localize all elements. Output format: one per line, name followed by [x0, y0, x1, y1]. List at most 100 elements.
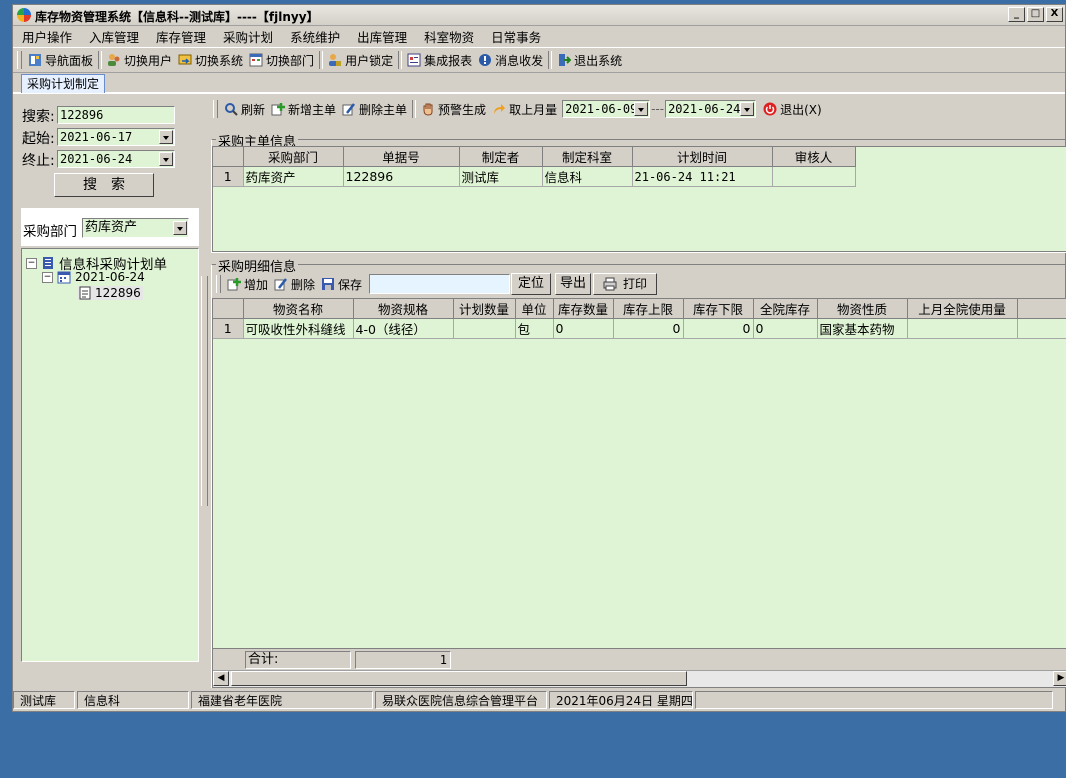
table-cell[interactable]	[772, 166, 856, 187]
menu-inbound[interactable]: 入库管理	[80, 27, 147, 46]
close-button[interactable]: X	[1046, 7, 1063, 22]
detail-col-header[interactable]: 物资规格	[353, 299, 454, 319]
menu-inventory[interactable]: 库存管理	[147, 27, 214, 46]
toolbar-grip[interactable]	[216, 275, 221, 293]
table-cell[interactable]: 4-0（线径）	[353, 318, 454, 339]
menu-purchase-plan[interactable]: 采购计划	[214, 27, 281, 46]
tree-collapse-icon[interactable]: −	[26, 257, 37, 269]
table-cell[interactable]: 药库资产	[243, 166, 344, 187]
table-row[interactable]: 1 药库资产 122896 测试库 信息科 21-06-24 11:21	[213, 166, 856, 187]
tree-collapse-icon[interactable]: −	[42, 271, 53, 283]
chevron-down-icon[interactable]	[740, 102, 755, 116]
search-button[interactable]: 搜 索	[54, 173, 154, 197]
title-bar[interactable]: 库存物资管理系统【信息科--测试库】----【fjlnyy】 _ □ X	[13, 5, 1065, 26]
exit-button[interactable]: 退出(X)	[760, 101, 825, 118]
master-col-header[interactable]: 单据号	[343, 147, 460, 167]
master-col-header[interactable]: 审核人	[772, 147, 856, 167]
tab-purchase-plan[interactable]: 采购计划制定	[21, 74, 105, 93]
locate-input[interactable]	[369, 274, 511, 294]
switch-system-icon	[178, 53, 192, 67]
navigation-panel-button[interactable]: 导航面板	[25, 52, 96, 69]
detail-col-header[interactable]: 上月全院使用量	[907, 299, 1018, 319]
chevron-down-icon[interactable]	[173, 221, 187, 235]
table-cell[interactable]: 0	[683, 318, 754, 339]
panel-splitter[interactable]	[200, 96, 208, 662]
menu-dept-supplies[interactable]: 科室物资	[415, 27, 482, 46]
detail-col-header[interactable]: 库存上限	[613, 299, 684, 319]
dept-select[interactable]: 药库资产	[82, 218, 189, 238]
detail-col-header[interactable]: 库存数量	[553, 299, 614, 319]
table-cell[interactable]: 测试库	[459, 166, 543, 187]
toolbar-separator	[412, 100, 417, 118]
menu-user-ops[interactable]: 用户操作	[13, 27, 80, 46]
table-cell[interactable]	[1017, 318, 1066, 339]
add-master-button[interactable]: 新增主单	[268, 101, 339, 118]
delete-master-button[interactable]: 删除主单	[339, 101, 410, 118]
export-button[interactable]: 导出	[555, 273, 592, 295]
menu-outbound[interactable]: 出库管理	[348, 27, 415, 46]
menu-daily-affairs[interactable]: 日常事务	[482, 27, 549, 46]
table-cell[interactable]	[453, 318, 516, 339]
date-from-picker[interactable]: 2021-06-09	[562, 100, 651, 118]
locate-button[interactable]: 定位	[511, 273, 552, 295]
delete-item-button[interactable]: 删除	[271, 276, 318, 293]
table-row[interactable]: 1 可吸收性外科缝线 4-0（线径） 包 0 0 0 0 国家基本药物	[213, 318, 1066, 339]
search-input[interactable]: 122896	[57, 106, 175, 124]
master-col-header[interactable]: 制定科室	[542, 147, 633, 167]
start-date-picker[interactable]: 2021-06-17	[57, 128, 175, 146]
scrollbar-thumb[interactable]	[231, 671, 687, 686]
exit-system-button[interactable]: 退出系统	[554, 52, 625, 69]
toolbar-grip[interactable]	[17, 51, 22, 69]
table-cell[interactable]: 信息科	[542, 166, 633, 187]
splitter-handle[interactable]	[201, 276, 208, 506]
detail-col-header[interactable]: 全院库存	[753, 299, 818, 319]
switch-department-button[interactable]: 切换部门	[246, 52, 317, 69]
maximize-button[interactable]: □	[1027, 7, 1044, 22]
user-lock-button[interactable]: 用户锁定	[325, 52, 396, 69]
last-month-label: 取上月量	[509, 102, 558, 117]
integrated-report-button[interactable]: 集成报表	[404, 52, 475, 69]
table-cell[interactable]: 可吸收性外科缝线	[243, 318, 354, 339]
save-button[interactable]: 保存	[318, 276, 365, 293]
switch-system-button[interactable]: 切换系统	[175, 52, 246, 69]
table-cell[interactable]: 0	[613, 318, 684, 339]
chevron-down-icon[interactable]	[159, 152, 173, 166]
chevron-down-icon[interactable]	[159, 130, 173, 144]
master-col-header[interactable]: 计划时间	[632, 147, 773, 167]
table-cell[interactable]: 122896	[343, 166, 460, 187]
switch-user-button[interactable]: 切换用户	[104, 52, 175, 69]
tree-leaf-label: 122896	[95, 286, 141, 300]
detail-col-header[interactable]: 库存下限	[683, 299, 754, 319]
toolbar-grip[interactable]	[213, 100, 218, 118]
scroll-left-icon[interactable]: ◀	[213, 671, 229, 686]
tab-strip: 采购计划制定	[13, 72, 1065, 94]
detail-col-header[interactable]: 备	[1017, 299, 1066, 319]
menu-system-maintenance[interactable]: 系统维护	[281, 27, 348, 46]
detail-col-header[interactable]: 物资名称	[243, 299, 354, 319]
table-cell[interactable]: 21-06-24 11:21	[632, 166, 773, 187]
print-button[interactable]: 打印	[593, 273, 658, 295]
master-col-header[interactable]: 采购部门	[243, 147, 344, 167]
tree-date-node[interactable]: − 2021-06-24	[42, 270, 145, 284]
table-cell[interactable]: 0	[553, 318, 614, 339]
master-col-header[interactable]: 制定者	[459, 147, 543, 167]
table-cell[interactable]: 包	[515, 318, 554, 339]
message-button[interactable]: 消息收发	[475, 52, 546, 69]
minimize-button[interactable]: _	[1008, 7, 1025, 22]
add-item-button[interactable]: 增加	[224, 276, 271, 293]
detail-col-header[interactable]: 单位	[515, 299, 554, 319]
chevron-down-icon[interactable]	[634, 102, 649, 116]
tree-leaf-node[interactable]: 122896	[78, 286, 143, 300]
refresh-button[interactable]: 刷新	[221, 101, 268, 118]
date-to-picker[interactable]: 2021-06-24	[665, 100, 757, 118]
horizontal-scrollbar[interactable]: ◀ ▶	[213, 670, 1066, 687]
table-cell[interactable]: 0	[753, 318, 818, 339]
table-cell[interactable]	[907, 318, 1018, 339]
end-date-picker[interactable]: 2021-06-24	[57, 150, 175, 168]
detail-col-header[interactable]: 物资性质	[817, 299, 908, 319]
scroll-right-icon[interactable]: ▶	[1053, 671, 1066, 686]
warning-generate-button[interactable]: 预警生成	[418, 101, 489, 118]
table-cell[interactable]: 国家基本药物	[817, 318, 908, 339]
last-month-button[interactable]: 取上月量	[489, 101, 560, 118]
detail-col-header[interactable]: 计划数量	[453, 299, 516, 319]
